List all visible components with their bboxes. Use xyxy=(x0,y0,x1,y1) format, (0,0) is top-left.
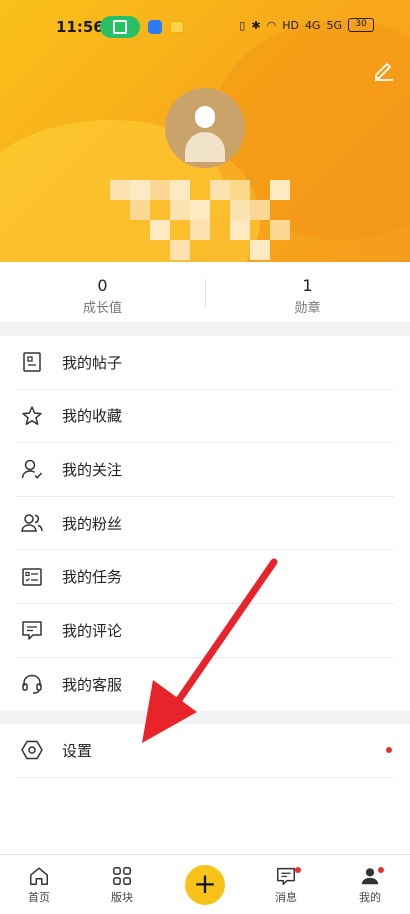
medal-value: 1 xyxy=(302,276,313,295)
bluetooth-icon: ✱ xyxy=(251,18,261,32)
vibrate-icon: ▯ xyxy=(239,18,246,32)
hexagon-gear-icon xyxy=(21,741,43,760)
plus-icon: + xyxy=(193,867,217,900)
blurred-username xyxy=(110,130,290,260)
message-icon xyxy=(277,867,295,885)
create-post-button[interactable]: + xyxy=(185,865,225,905)
status-icons: ▯ ✱ ◠ HD 4G 5G 30 xyxy=(239,18,374,32)
section-divider xyxy=(0,711,410,724)
menu-item-settings[interactable]: 设置 xyxy=(16,724,394,778)
settings-badge xyxy=(386,747,392,753)
signal-4g-icon: 4G xyxy=(304,18,321,32)
nav-home[interactable]: 首页 xyxy=(9,865,69,905)
nav-messages[interactable]: 消息 xyxy=(256,865,316,905)
menu-label: 我的任务 xyxy=(62,568,123,587)
battery-icon: 30 xyxy=(348,18,374,32)
avatar-head xyxy=(195,106,215,128)
menu-item-comments[interactable]: 我的评论 xyxy=(16,604,394,658)
grid-icon xyxy=(113,867,131,885)
comment-icon xyxy=(22,621,42,641)
menu-item-customer-service[interactable]: 我的客服 xyxy=(16,658,394,712)
nav-profile[interactable]: 我的 xyxy=(340,865,400,905)
document-icon xyxy=(23,352,41,373)
medal-stat[interactable]: 1 勋章 xyxy=(205,262,410,322)
screen-share-pill xyxy=(100,16,140,38)
user-check-icon xyxy=(21,460,43,480)
pencil-icon[interactable] xyxy=(372,58,396,82)
status-time: 11:56 xyxy=(56,18,104,36)
status-bar: 11:56 ▯ ✱ ◠ HD 4G 5G 30 xyxy=(0,0,410,56)
menu-label: 我的关注 xyxy=(62,460,123,479)
mail-notification-icon xyxy=(170,21,184,33)
settings-section: 设置 xyxy=(0,724,410,778)
nav-label: 我的 xyxy=(359,891,381,904)
growth-label: 成长值 xyxy=(82,301,122,316)
wifi-icon: ◠ xyxy=(266,18,277,32)
menu-item-fans[interactable]: 我的粉丝 xyxy=(16,497,394,551)
medal-label: 勋章 xyxy=(294,301,321,316)
stat-divider xyxy=(205,278,206,308)
menu-label: 我的客服 xyxy=(62,675,123,694)
menu-item-following[interactable]: 我的关注 xyxy=(16,443,394,497)
menu-item-posts[interactable]: 我的帖子 xyxy=(16,336,394,390)
users-icon xyxy=(21,514,43,532)
settings-label: 设置 xyxy=(62,741,93,760)
headset-icon xyxy=(22,675,42,695)
nav-label: 首页 xyxy=(28,891,50,904)
menu-item-tasks[interactable]: 我的任务 xyxy=(16,550,394,604)
growth-value-stat[interactable]: 0 成长值 xyxy=(0,262,205,322)
profile-badge xyxy=(378,867,384,873)
menu-label: 我的收藏 xyxy=(62,407,123,426)
checklist-icon xyxy=(22,567,42,586)
menu-label: 我的粉丝 xyxy=(62,514,123,533)
hd-icon: HD xyxy=(282,18,299,32)
signal-5g-icon: 5G xyxy=(326,18,342,32)
menu-label: 我的评论 xyxy=(62,621,123,640)
profile-header: 11:56 ▯ ✱ ◠ HD 4G 5G 30 xyxy=(0,0,410,262)
nav-label: 版块 xyxy=(111,891,133,904)
messages-badge xyxy=(295,867,301,873)
profile-menu: 我的帖子 我的收藏 我的关注 我的粉丝 我的任务 我的评论 我的客服 xyxy=(0,336,410,712)
nav-label: 消息 xyxy=(275,891,297,904)
app-notification-icon xyxy=(148,20,162,34)
home-icon xyxy=(30,867,48,885)
star-icon xyxy=(22,406,42,425)
menu-label: 我的帖子 xyxy=(62,353,123,372)
growth-value: 0 xyxy=(97,276,108,295)
section-divider xyxy=(0,322,410,336)
bottom-nav: 首页 版块 + 消息 我的 xyxy=(0,854,410,914)
menu-item-favorites[interactable]: 我的收藏 xyxy=(16,390,394,444)
nav-sections[interactable]: 版块 xyxy=(92,865,152,905)
